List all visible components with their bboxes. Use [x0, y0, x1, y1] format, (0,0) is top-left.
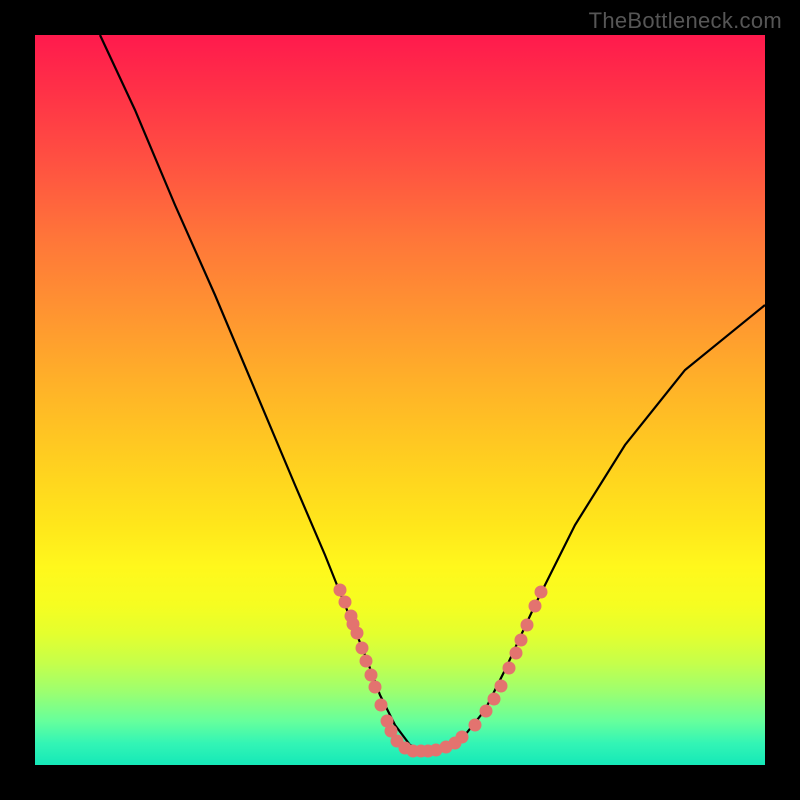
- marker-dot: [503, 662, 516, 675]
- marker-dot: [360, 655, 373, 668]
- marker-dot: [495, 680, 508, 693]
- marker-dot: [510, 647, 523, 660]
- marker-dot: [529, 600, 542, 613]
- marker-dot: [535, 586, 548, 599]
- marker-dot: [456, 731, 469, 744]
- marker-dot: [480, 705, 493, 718]
- marker-dot: [515, 634, 528, 647]
- marker-dot: [469, 719, 482, 732]
- marker-dot: [356, 642, 369, 655]
- marker-dot: [339, 596, 352, 609]
- marker-dot: [521, 619, 534, 632]
- watermark-text: TheBottleneck.com: [589, 8, 782, 34]
- marker-dot: [365, 669, 378, 682]
- marker-dot: [375, 699, 388, 712]
- bottleneck-curve: [35, 35, 765, 765]
- chart-gradient-background: [35, 35, 765, 765]
- marker-dots: [334, 584, 548, 758]
- marker-dot: [334, 584, 347, 597]
- curve-line: [100, 35, 765, 750]
- marker-dot: [351, 627, 364, 640]
- marker-dot: [488, 693, 501, 706]
- marker-dot: [369, 681, 382, 694]
